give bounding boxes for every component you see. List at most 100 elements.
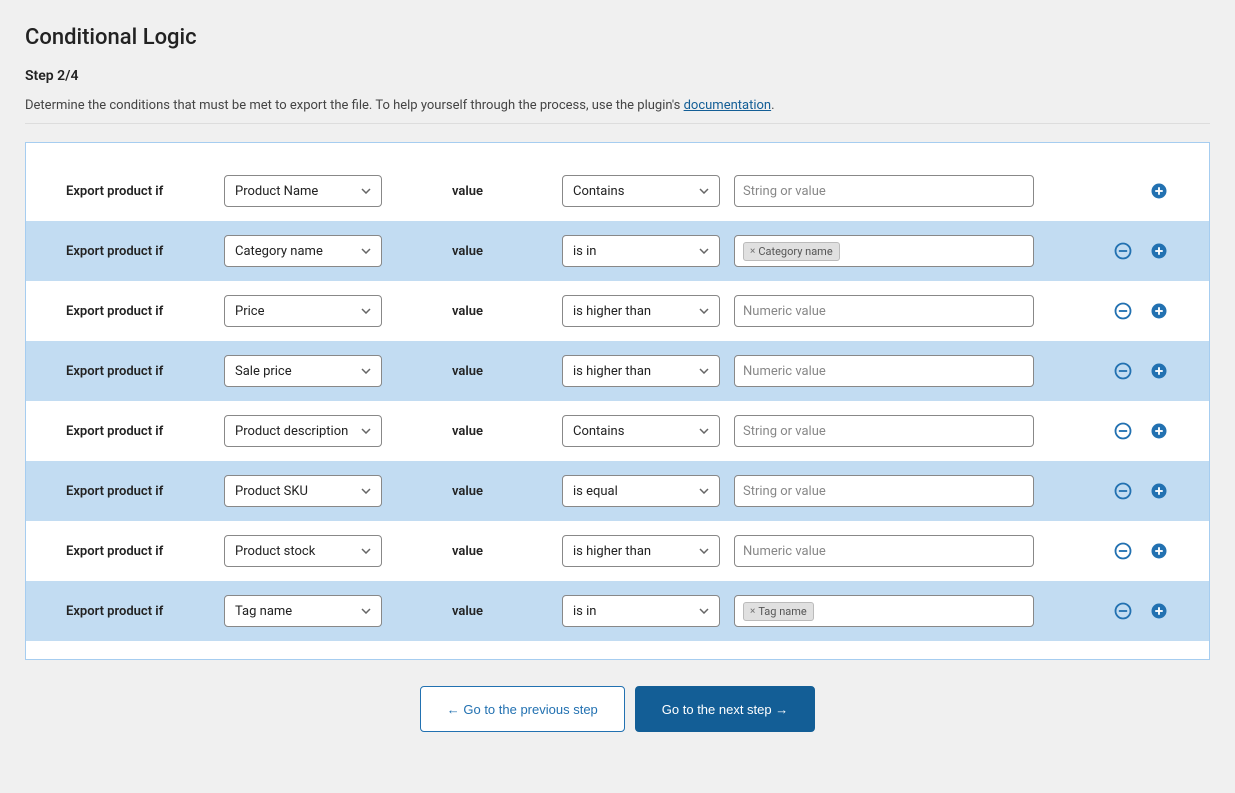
remove-condition-button[interactable] xyxy=(1113,301,1133,321)
condition-prefix-label: Export product if xyxy=(66,244,224,259)
value-label: value xyxy=(452,544,562,559)
conditions-panel: Export product if Product Name value Contai… xyxy=(25,142,1210,660)
remove-tag-icon[interactable]: × xyxy=(750,246,755,257)
condition-prefix-label: Export product if xyxy=(66,364,224,379)
field-select[interactable]: Category name xyxy=(224,235,382,267)
operator-value: Contains xyxy=(573,424,624,439)
value-input[interactable]: Numeric value xyxy=(734,355,1034,387)
value-label: value xyxy=(452,364,562,379)
description: Determine the conditions that must be me… xyxy=(25,98,1210,113)
placeholder-text: String or value xyxy=(743,424,826,439)
row-actions xyxy=(1113,421,1169,441)
condition-prefix-label: Export product if xyxy=(66,424,224,439)
condition-prefix-label: Export product if xyxy=(66,484,224,499)
field-select[interactable]: Product SKU xyxy=(224,475,382,507)
row-actions xyxy=(1113,301,1169,321)
placeholder-text: String or value xyxy=(743,184,826,199)
field-select[interactable]: Product Name xyxy=(224,175,382,207)
placeholder-text: Numeric value xyxy=(743,304,826,319)
operator-value: is higher than xyxy=(573,544,651,559)
condition-row: Export product ifProduct stock value is hi… xyxy=(26,521,1209,581)
operator-value: Contains xyxy=(573,184,624,199)
row-actions xyxy=(1113,541,1169,561)
row-actions xyxy=(1113,481,1169,501)
value-label: value xyxy=(452,604,562,619)
remove-condition-button[interactable] xyxy=(1113,241,1133,261)
add-condition-button[interactable] xyxy=(1149,541,1169,561)
add-condition-button[interactable] xyxy=(1149,301,1169,321)
placeholder-text: Numeric value xyxy=(743,544,826,559)
add-condition-button[interactable] xyxy=(1149,421,1169,441)
row-actions xyxy=(1113,181,1169,201)
field-value: Category name xyxy=(235,244,323,259)
field-value: Product description xyxy=(235,424,348,439)
condition-row: Export product if Product Name value Contai… xyxy=(26,161,1209,221)
condition-prefix-label: Export product if xyxy=(66,604,224,619)
value-input[interactable]: String or value xyxy=(734,475,1034,507)
value-tag-input[interactable]: ×Category name xyxy=(734,235,1034,267)
footer-actions: ← Go to the previous step Go to the next… xyxy=(25,686,1210,732)
value-input[interactable]: String or value xyxy=(734,175,1034,207)
tag-label: Tag name xyxy=(758,605,806,618)
value-input[interactable]: Numeric value xyxy=(734,535,1034,567)
operator-select[interactable]: is higher than xyxy=(562,355,720,387)
field-select[interactable]: Sale price xyxy=(224,355,382,387)
step-indicator: Step 2/4 xyxy=(25,68,1210,84)
remove-condition-button[interactable] xyxy=(1113,421,1133,441)
add-condition-button[interactable] xyxy=(1149,481,1169,501)
remove-condition-button[interactable] xyxy=(1113,601,1133,621)
divider xyxy=(25,123,1210,124)
operator-select[interactable]: is higher than xyxy=(562,535,720,567)
row-actions xyxy=(1113,361,1169,381)
operator-select[interactable]: Contains xyxy=(562,415,720,447)
add-condition-button[interactable] xyxy=(1149,601,1169,621)
remove-condition-button[interactable] xyxy=(1113,481,1133,501)
value-tag[interactable]: ×Tag name xyxy=(743,602,814,621)
description-post: . xyxy=(771,98,774,113)
add-condition-button[interactable] xyxy=(1149,181,1169,201)
condition-row: Export product ifTag namevalueis in×Tag … xyxy=(26,581,1209,641)
value-tag[interactable]: ×Category name xyxy=(743,242,840,261)
description-pre: Determine the conditions that must be me… xyxy=(25,98,684,113)
row-actions xyxy=(1113,601,1169,621)
condition-row: Export product if Product description valu… xyxy=(26,401,1209,461)
value-label: value xyxy=(452,244,562,259)
previous-step-button[interactable]: ← Go to the previous step xyxy=(420,686,625,732)
field-value: Product SKU xyxy=(235,484,308,499)
condition-row: Export product ifSale price valueis highe… xyxy=(26,341,1209,401)
operator-select[interactable]: Contains xyxy=(562,175,720,207)
value-tag-input[interactable]: ×Tag name xyxy=(734,595,1034,627)
value-input[interactable]: String or value xyxy=(734,415,1034,447)
tag-label: Category name xyxy=(758,245,832,258)
field-select[interactable]: Tag name xyxy=(224,595,382,627)
value-label: value xyxy=(452,424,562,439)
operator-select[interactable]: is higher than xyxy=(562,295,720,327)
add-condition-button[interactable] xyxy=(1149,241,1169,261)
documentation-link[interactable]: documentation xyxy=(684,98,772,113)
field-select[interactable]: Product stock xyxy=(224,535,382,567)
next-step-button[interactable]: Go to the next step → xyxy=(635,686,815,732)
remove-condition-button[interactable] xyxy=(1113,361,1133,381)
field-select[interactable]: Product description xyxy=(224,415,382,447)
field-value: Product Name xyxy=(235,184,318,199)
value-input[interactable]: Numeric value xyxy=(734,295,1034,327)
remove-tag-icon[interactable]: × xyxy=(750,606,755,617)
operator-select[interactable]: is in xyxy=(562,595,720,627)
condition-prefix-label: Export product if xyxy=(66,184,224,199)
remove-condition-button[interactable] xyxy=(1113,541,1133,561)
add-condition-button[interactable] xyxy=(1149,361,1169,381)
operator-select[interactable]: is equal xyxy=(562,475,720,507)
operator-value: is in xyxy=(573,604,596,619)
field-value: Price xyxy=(235,304,264,319)
placeholder-text: String or value xyxy=(743,484,826,499)
value-label: value xyxy=(452,184,562,199)
operator-value: is in xyxy=(573,244,596,259)
operator-select[interactable]: is in xyxy=(562,235,720,267)
field-select[interactable]: Price xyxy=(224,295,382,327)
condition-row: Export product ifPricevalueis higher tha… xyxy=(26,281,1209,341)
condition-prefix-label: Export product if xyxy=(66,304,224,319)
condition-row: Export product if Category name value is in… xyxy=(26,221,1209,281)
condition-prefix-label: Export product if xyxy=(66,544,224,559)
value-label: value xyxy=(452,484,562,499)
operator-value: is equal xyxy=(573,484,618,499)
